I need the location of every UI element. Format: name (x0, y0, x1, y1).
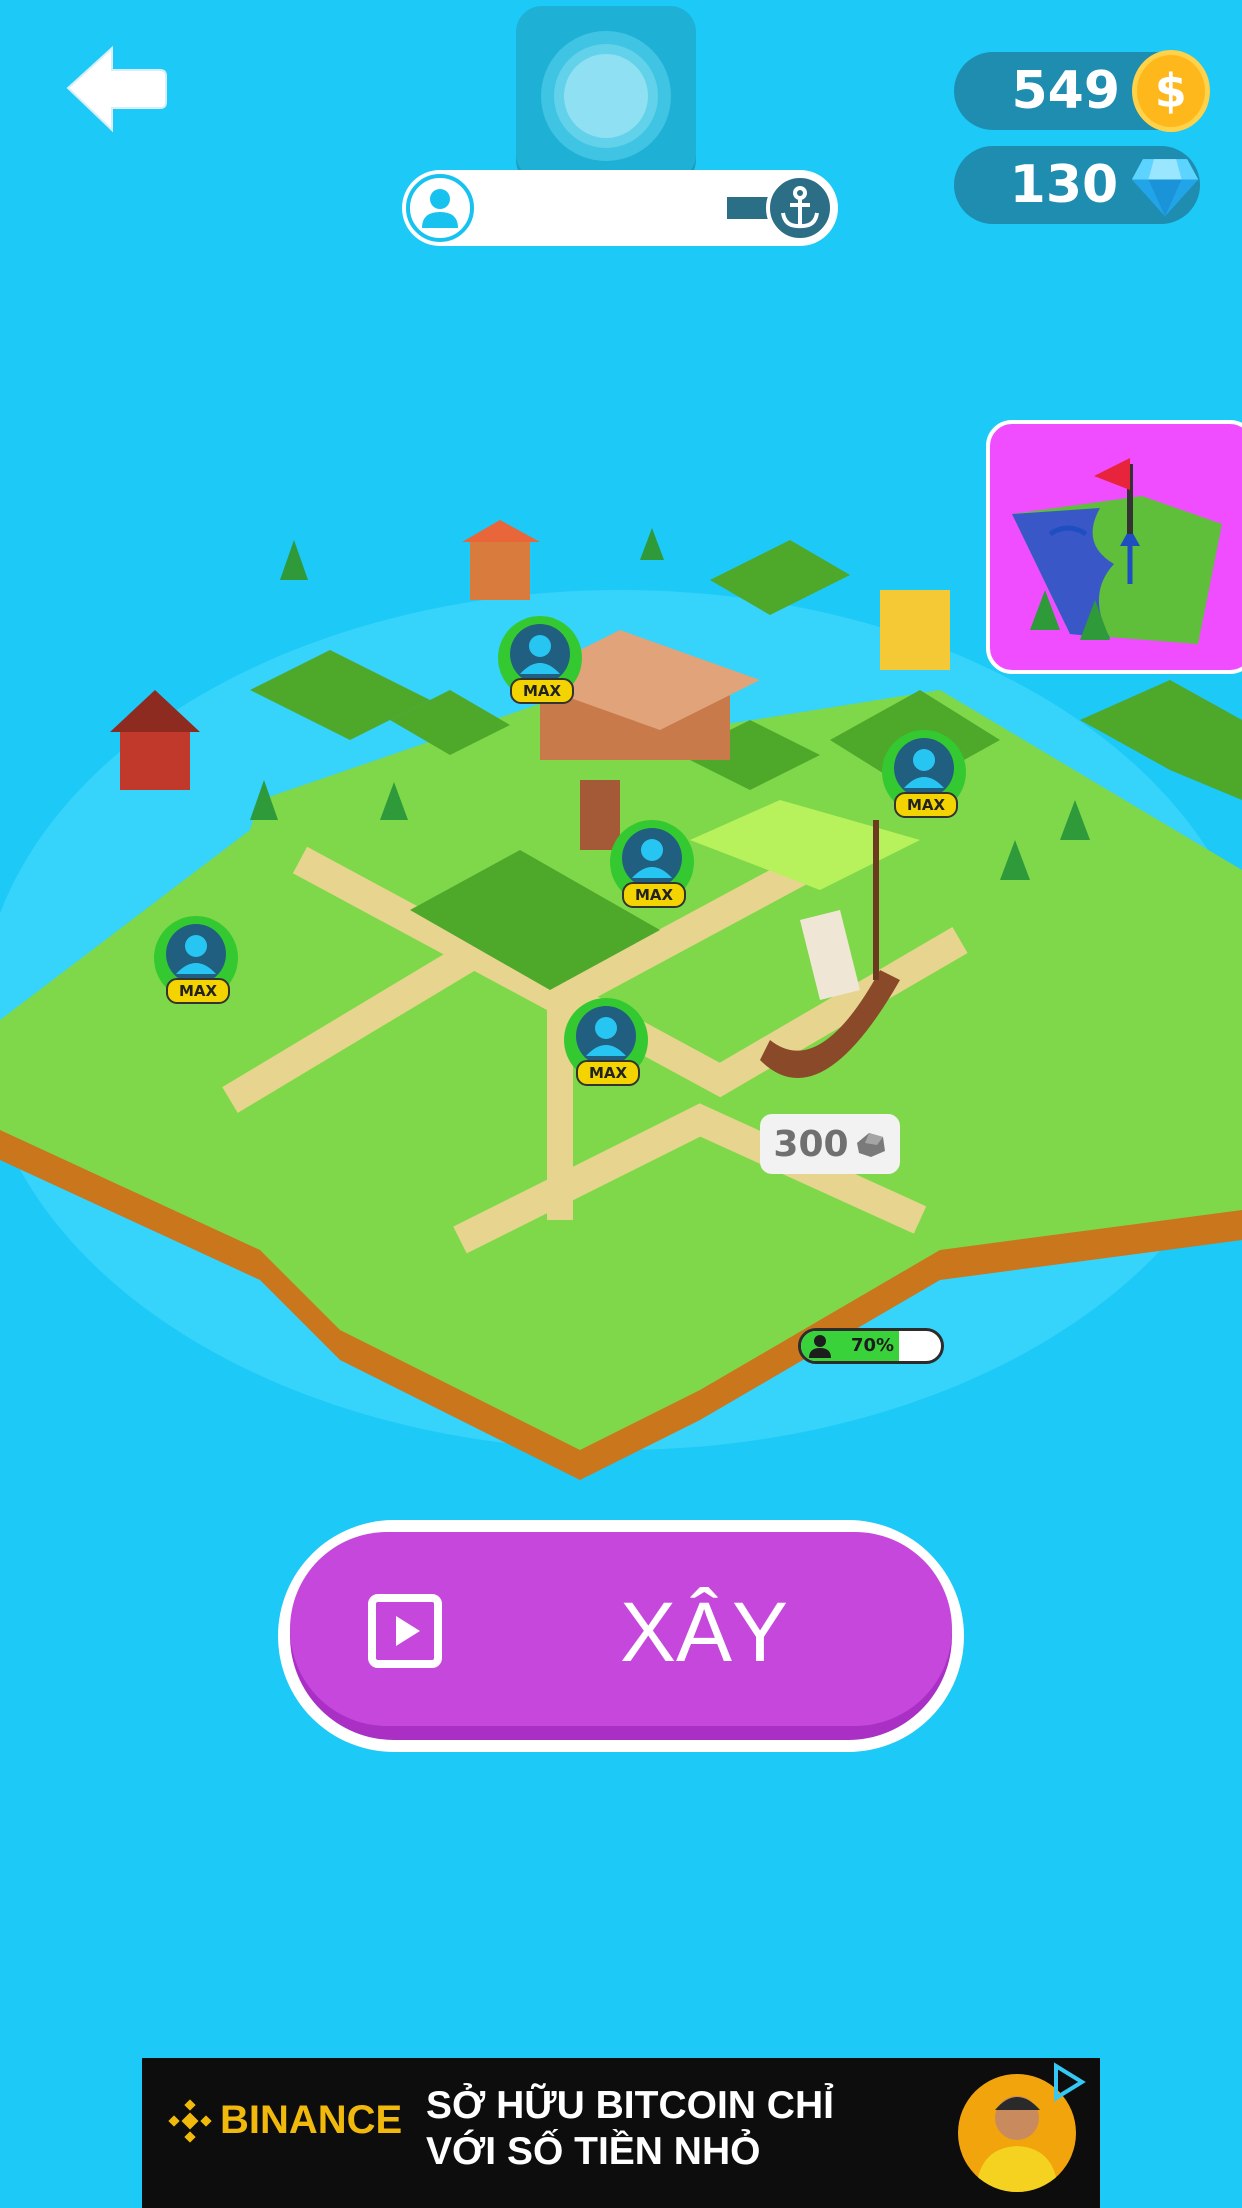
back-button[interactable] (60, 40, 170, 140)
player-icon (406, 174, 474, 242)
worker-badge[interactable]: MAX (606, 816, 698, 912)
ad-line-2: VỚI SỐ TIỀN NHỎ (426, 2130, 761, 2173)
worker-badge[interactable]: MAX (560, 994, 652, 1090)
center-ring-icon (541, 31, 671, 161)
plot-price: 300 (773, 1123, 849, 1165)
max-badge: MAX (622, 882, 686, 908)
coin-amount: 549 (1011, 61, 1121, 121)
ad-brand: BINANCE (220, 2098, 403, 2142)
max-badge: MAX (510, 678, 574, 704)
diamond-icon (1131, 159, 1199, 217)
ship-progress-bar (402, 170, 838, 246)
island-scene[interactable]: MAX MAX MAX MAX MAX 300 70% (0, 520, 1242, 1480)
stone-icon (856, 1133, 885, 1157)
worker-badge[interactable]: MAX (494, 612, 586, 708)
ship-capacity-text: 70% (851, 1335, 895, 1356)
plot-price-tag[interactable]: 300 (760, 1114, 900, 1174)
ship-capacity-bar: 70% (798, 1328, 944, 1364)
worker-badge[interactable]: MAX (150, 912, 242, 1008)
binance-logo: BINANCE (168, 2098, 402, 2143)
build-button[interactable]: XÂY (278, 1520, 964, 1752)
gem-counter: 130 (954, 146, 1200, 224)
max-badge: MAX (166, 978, 230, 1004)
passenger-icon (809, 1335, 831, 1358)
progress-fill (458, 197, 727, 219)
ad-banner[interactable]: BINANCE SỞ HỮU BITCOIN CHỈ VỚI SỐ TIỀN N… (142, 2058, 1100, 2208)
ad-line-1: SỞ HỮU BITCOIN CHỈ (426, 2084, 834, 2127)
anchor-icon (766, 174, 834, 242)
center-menu-button[interactable] (516, 6, 696, 186)
max-badge: MAX (894, 792, 958, 818)
back-arrow-icon (66, 45, 167, 133)
gem-amount: 130 (1009, 155, 1119, 215)
build-label: XÂY (620, 1585, 789, 1679)
binance-icon (168, 2098, 212, 2143)
max-badge: MAX (576, 1060, 640, 1086)
coin-counter: 549 $ (954, 50, 1210, 132)
video-ad-icon (368, 1594, 442, 1668)
ad-choices-icon[interactable] (1048, 2062, 1088, 2102)
coin-icon: $ (1131, 50, 1210, 132)
worker-badge[interactable]: MAX (878, 726, 970, 822)
